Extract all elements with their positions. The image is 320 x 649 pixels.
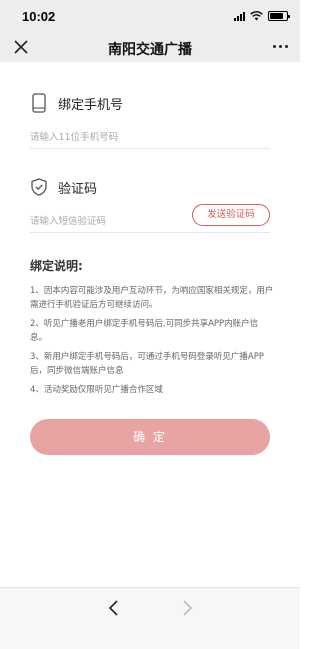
binding-notes: 绑定说明: 1、因本内容可能涉及用户互动环节，为响应国家相关规定，用户需进行手机…: [30, 257, 274, 402]
note-item: 2、听见广播老用户绑定手机号码后,可同步共享APP内账户信息。: [30, 319, 259, 343]
phone-field-block: 绑定手机号: [30, 92, 270, 149]
confirm-button[interactable]: 确 定: [30, 419, 270, 455]
code-input[interactable]: [30, 210, 180, 232]
phone-input[interactable]: [30, 126, 270, 148]
note-item: 3、新用户绑定手机号码后，可通过手机号码登录听见广播APP后，同步微信端账户信息: [30, 352, 264, 376]
forward-arrow-icon[interactable]: [180, 600, 194, 616]
phone-label: 绑定手机号: [58, 97, 124, 113]
signal-icon: [234, 11, 245, 21]
back-arrow-icon[interactable]: [107, 600, 121, 616]
status-bar: 10:02: [0, 0, 300, 34]
more-icon[interactable]: [273, 45, 288, 48]
note-item: 1、因本内容可能涉及用户互动环节，为响应国家相关规定，用户需进行手机验证后方可继…: [30, 286, 274, 310]
bottom-nav-bar: [0, 587, 300, 649]
code-label: 验证码: [58, 181, 98, 197]
note-item: 4、活动奖励仅限听见广播合作区域: [30, 385, 163, 395]
code-divider: [30, 232, 270, 233]
status-icons: [234, 11, 290, 21]
status-time: 10:02: [22, 9, 56, 24]
code-field-block: 验证码 发送验证码: [30, 176, 270, 233]
phone-divider: [30, 148, 270, 149]
page-title: 南阳交通广播: [108, 42, 192, 58]
wifi-icon: [250, 11, 263, 21]
battery-icon: [268, 11, 290, 21]
send-code-button[interactable]: 发送验证码: [192, 204, 270, 226]
shield-check-icon: [30, 177, 48, 197]
nav-bar: 南阳交通广播: [0, 34, 300, 62]
phone-icon: [30, 93, 48, 113]
notes-title: 绑定说明:: [30, 259, 83, 273]
